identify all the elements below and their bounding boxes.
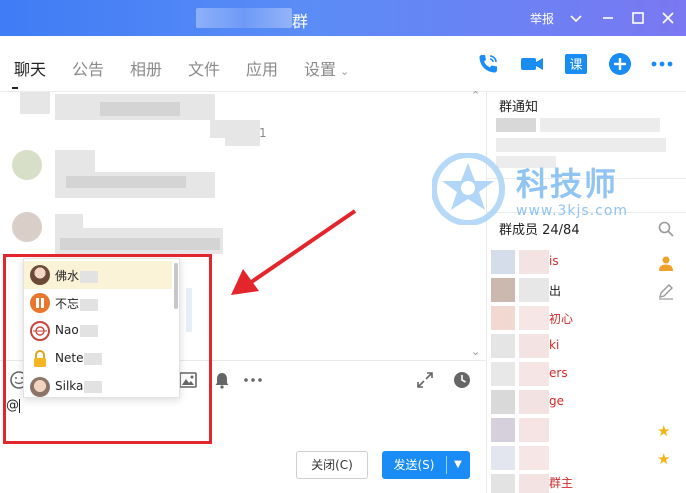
annotation-highlight-box (3, 254, 212, 444)
member-item[interactable]: 群主 (491, 472, 671, 493)
search-icon[interactable] (657, 220, 675, 238)
add-circle-icon[interactable] (608, 52, 632, 76)
svg-text:课: 课 (569, 58, 582, 73)
chevron-down-icon[interactable] (566, 8, 586, 28)
chevron-down-icon[interactable]: ⌄ (471, 345, 480, 358)
member-name: ers (549, 366, 568, 380)
class-icon[interactable]: 课 (564, 52, 588, 76)
more-icon[interactable] (650, 52, 674, 76)
tab-apps[interactable]: 应用 (246, 56, 278, 80)
member-item[interactable] (491, 444, 671, 472)
tab-settings-label: 设置 (304, 60, 337, 79)
member-item[interactable]: 出 (491, 276, 671, 304)
close-icon[interactable] (658, 8, 678, 28)
avatar (491, 362, 515, 386)
group-notice-title: 群通知 (499, 100, 539, 115)
avatar (491, 250, 515, 274)
window-title: 群 (292, 12, 309, 31)
avatar (12, 212, 42, 242)
member-name: ge (549, 394, 564, 408)
member-name: 出 (549, 284, 562, 298)
avatar (491, 278, 515, 302)
member-item[interactable]: ers (491, 360, 671, 388)
member-name: ki (549, 338, 560, 352)
star-icon: ★ (657, 422, 671, 440)
member-name: 群主 (549, 476, 574, 490)
tab-settings[interactable]: 设置 ⌄ (304, 56, 349, 80)
member-item[interactable]: ge (491, 388, 671, 416)
message-fragment: 1 (259, 126, 267, 140)
avatar (491, 446, 515, 470)
maximize-icon[interactable] (628, 8, 648, 28)
avatar (491, 418, 515, 442)
star-icon: ★ (657, 450, 671, 468)
group-name-blurred (196, 8, 292, 28)
right-panel: 群通知 群成员 24/84 is 出 初心 ki ers ge 群主 ★ ★ (486, 92, 686, 493)
group-notice-content[interactable] (496, 118, 666, 168)
title-bar: 群 举报 (0, 0, 686, 36)
member-name: is (549, 254, 559, 268)
report-button[interactable]: 举报 (530, 10, 554, 27)
chevron-down-icon[interactable]: ▼ (446, 451, 470, 479)
avatar (12, 150, 42, 180)
close-button[interactable]: 关闭(C) (296, 451, 368, 479)
tab-bar: 聊天 公告 相册 文件 应用 设置 ⌄ 课 (0, 36, 686, 92)
more-tools-icon[interactable] (243, 370, 263, 390)
tab-files[interactable]: 文件 (188, 56, 220, 80)
send-button-label: 发送(S) (393, 458, 435, 472)
phone-call-icon[interactable] (476, 52, 500, 76)
send-button[interactable]: 发送(S) ▼ (382, 451, 470, 479)
chevron-down-icon: ⌄ (340, 65, 350, 78)
bell-icon[interactable] (212, 370, 232, 390)
video-call-icon[interactable] (520, 52, 544, 76)
member-name: 初心 (549, 312, 574, 326)
avatar (491, 474, 515, 493)
chevron-up-icon[interactable]: ⌃ (471, 89, 480, 102)
expand-icon[interactable] (415, 370, 435, 390)
tab-announcement[interactable]: 公告 (72, 56, 104, 80)
minimize-icon[interactable] (598, 8, 618, 28)
tab-album[interactable]: 相册 (130, 56, 162, 80)
member-item[interactable] (491, 416, 671, 444)
history-clock-icon[interactable] (452, 370, 472, 390)
avatar (491, 334, 515, 358)
avatar (491, 390, 515, 414)
tab-chat[interactable]: 聊天 (14, 56, 46, 80)
member-item[interactable]: 初心 (491, 304, 671, 332)
annotation-arrow-icon (231, 209, 357, 295)
member-item[interactable]: is (491, 248, 671, 276)
avatar (491, 306, 515, 330)
member-item[interactable]: ki (491, 332, 671, 360)
tab-active-indicator (12, 87, 18, 89)
group-members-title: 群成员 24/84 (499, 223, 580, 238)
